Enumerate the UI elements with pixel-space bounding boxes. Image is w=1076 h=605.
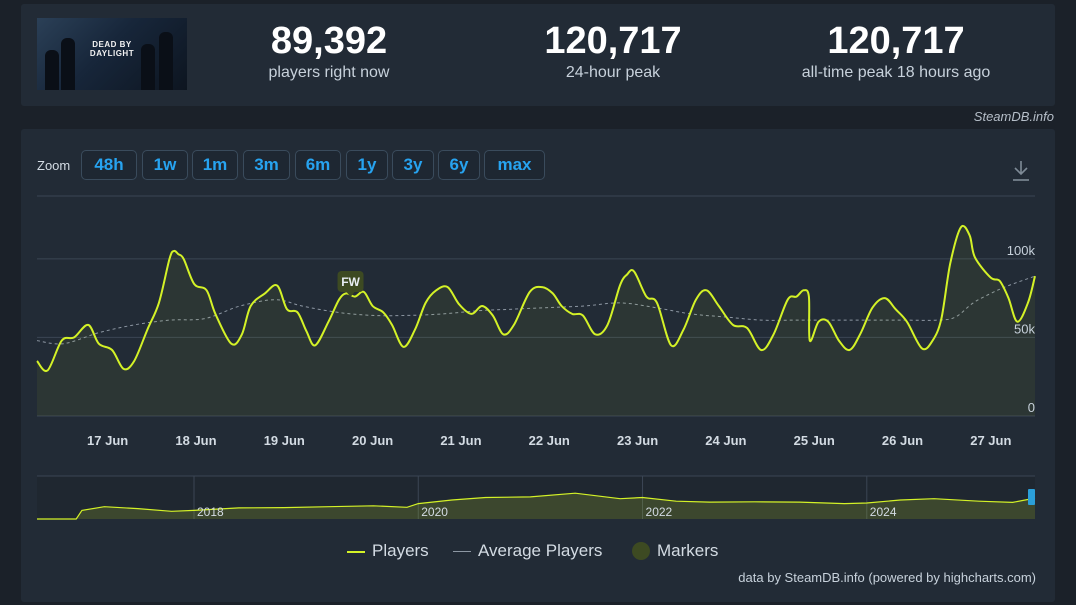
stat-value: 120,717: [544, 20, 682, 62]
x-tick-label: 24 Jun: [705, 433, 746, 448]
players-chart[interactable]: 0 50k 100k 17 Jun 18 Jun 19 Jun 20 Jun 21 Jun 2…: [21, 129, 1055, 529]
stat-value: 120,717: [827, 20, 965, 62]
stat-label: 24-hour peak: [565, 64, 661, 81]
x-tick-label: 22 Jun: [529, 433, 570, 448]
y-tick-label: 0: [1028, 400, 1035, 415]
stat-value: 89,392: [270, 20, 388, 62]
game-logo: DEAD BY DAYLIGHT: [89, 40, 135, 58]
stat-all-time-peak: 120,717 all-time peak 18 hours ago: [766, 4, 1026, 83]
navigator-tick-label: 2024: [870, 505, 897, 519]
navigator-tick-label: 2018: [197, 505, 224, 519]
legend-average-players[interactable]: Average Players: [453, 541, 602, 561]
stat-current-players: 89,392 players right now: [199, 4, 459, 83]
stat-24h-peak: 120,717 24-hour peak: [483, 4, 743, 83]
players-swatch: [347, 551, 365, 553]
x-tick-label: 18 Jun: [175, 433, 216, 448]
marker-label: FW: [341, 275, 360, 289]
stat-label: players right now: [268, 64, 390, 81]
legend-average-label: Average Players: [478, 541, 603, 560]
legend-markers[interactable]: Markers: [632, 541, 718, 561]
legend-markers-label: Markers: [657, 541, 719, 560]
steamdb-credit-link[interactable]: SteamDB.info: [974, 109, 1054, 124]
stats-panel: DEAD BY DAYLIGHT 89,392 players right no…: [21, 4, 1055, 106]
x-tick-label: 20 Jun: [352, 433, 393, 448]
x-tick-label: 26 Jun: [882, 433, 923, 448]
highcharts-credit[interactable]: data by SteamDB.info (powered by highcha…: [738, 570, 1036, 585]
chart-legend: Players Average Players Markers: [21, 541, 1055, 561]
x-tick-label: 27 Jun: [970, 433, 1011, 448]
legend-players[interactable]: Players: [347, 541, 429, 561]
stat-label: all-time peak 18 hours ago: [801, 64, 991, 81]
x-tick-label: 17 Jun: [87, 433, 128, 448]
average-swatch: [453, 551, 471, 552]
navigator-tick-label: 2022: [646, 505, 673, 519]
game-thumbnail[interactable]: DEAD BY DAYLIGHT: [37, 18, 187, 90]
x-tick-label: 25 Jun: [794, 433, 835, 448]
x-tick-label: 21 Jun: [440, 433, 481, 448]
y-tick-label: 50k: [1014, 321, 1035, 336]
x-tick-label: 23 Jun: [617, 433, 658, 448]
legend-players-label: Players: [372, 541, 429, 560]
navigator-tick-label: 2020: [421, 505, 448, 519]
y-tick-label: 100k: [1007, 243, 1036, 258]
markers-swatch: [632, 542, 650, 560]
x-tick-label: 19 Jun: [264, 433, 305, 448]
chart-panel: Zoom 48h 1w 1m 3m 6m 1y 3y 6y max 0 50k 10…: [21, 129, 1055, 602]
players-area: [37, 225, 1035, 416]
navigator-handle[interactable]: [1028, 489, 1035, 505]
